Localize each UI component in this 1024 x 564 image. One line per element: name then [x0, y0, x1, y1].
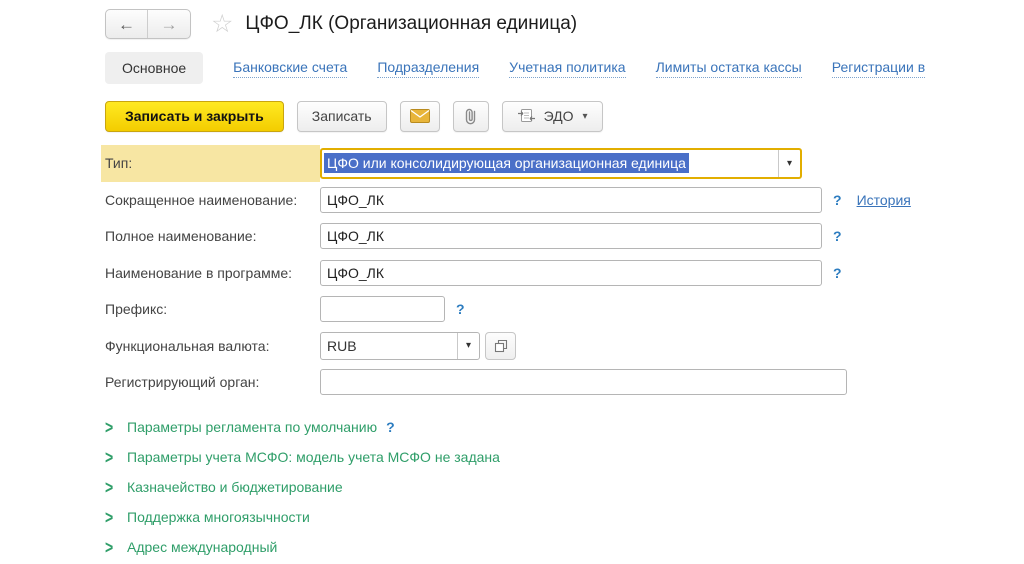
section-default-regulations[interactable]: > Параметры регламента по умолчанию ?: [105, 412, 1024, 442]
toolbar: Записать и закрыть Записать: [105, 100, 1024, 132]
history-link[interactable]: История: [857, 192, 911, 208]
type-combobox[interactable]: ЦФО или консолидирующая организационная …: [320, 148, 802, 179]
type-selected-text: ЦФО или консолидирующая организационная …: [324, 153, 689, 173]
tab-bank-accounts[interactable]: Банковские счета: [233, 58, 347, 78]
full-name-label: Полное наименование:: [105, 218, 320, 255]
nav-history-group: ← →: [105, 9, 191, 39]
type-row: Тип: ЦФО или консолидирующая организацио…: [105, 145, 1024, 182]
main-form: Тип: ЦФО или консолидирующая организацио…: [105, 145, 1024, 401]
edo-menu-button[interactable]: ЭДО ▾: [502, 101, 603, 132]
paperclip-icon: [463, 107, 479, 125]
program-name-row: Наименование в программе: ?: [105, 255, 1024, 292]
section-international-address[interactable]: > Адрес международный: [105, 532, 1024, 562]
short-name-row: Сокращенное наименование: ? История: [105, 182, 1024, 219]
currency-row: Функциональная валюта: RUB ▾: [105, 328, 1024, 365]
prefix-input[interactable]: [320, 296, 445, 322]
prefix-row: Префикс: ?: [105, 291, 1024, 328]
section-label: Поддержка многоязычности: [127, 509, 310, 525]
section-multilanguage-support[interactable]: > Поддержка многоязычности: [105, 502, 1024, 532]
currency-label: Функциональная валюта:: [105, 328, 320, 365]
prefix-label: Префикс:: [105, 291, 320, 328]
chevron-right-icon: >: [105, 476, 127, 497]
mail-button[interactable]: [400, 101, 440, 132]
section-label: Параметры учета МСФО: модель учета МСФО …: [127, 449, 500, 465]
chevron-right-icon: >: [105, 506, 127, 527]
edo-exchange-icon: [517, 108, 536, 124]
forward-button[interactable]: →: [148, 10, 190, 38]
collapsible-sections: > Параметры регламента по умолчанию ? > …: [105, 412, 1024, 562]
edo-dropdown-icon: ▾: [583, 111, 588, 122]
type-label: Тип:: [101, 145, 320, 182]
program-name-input[interactable]: [320, 260, 822, 286]
short-name-help-icon[interactable]: ?: [833, 192, 842, 208]
chevron-right-icon: >: [105, 446, 127, 467]
prefix-help-icon[interactable]: ?: [456, 301, 465, 317]
tab-cash-limits[interactable]: Лимиты остатка кассы: [656, 58, 802, 78]
open-in-list-icon: [494, 339, 508, 353]
full-name-help-icon[interactable]: ?: [833, 228, 842, 244]
attachments-button[interactable]: [453, 101, 489, 132]
tab-registrations[interactable]: Регистрации в: [832, 58, 925, 78]
favorite-star-icon[interactable]: ☆: [211, 12, 233, 37]
tab-departments[interactable]: Подразделения: [377, 58, 479, 78]
short-name-label: Сокращенное наименование:: [105, 182, 320, 219]
currency-combobox[interactable]: RUB ▾: [320, 332, 480, 360]
chevron-down-icon: ▾: [466, 340, 471, 351]
program-name-help-icon[interactable]: ?: [833, 265, 842, 281]
section-label: Параметры регламента по умолчанию: [127, 419, 377, 435]
save-button[interactable]: Записать: [297, 101, 387, 132]
short-name-input[interactable]: [320, 187, 822, 213]
tab-accounting-policy[interactable]: Учетная политика: [509, 58, 625, 78]
section-label: Казначейство и бюджетирование: [127, 479, 343, 495]
currency-open-button[interactable]: [485, 332, 516, 360]
program-name-label: Наименование в программе:: [105, 255, 320, 292]
edo-label: ЭДО: [544, 108, 574, 124]
tab-main[interactable]: Основное: [105, 52, 203, 84]
organizational-unit-form: ← → ☆ ЦФО_ЛК (Организационная единица) О…: [0, 0, 1024, 564]
currency-value: RUB: [321, 333, 457, 359]
type-dropdown-button[interactable]: ▾: [778, 150, 800, 177]
registrar-row: Регистрирующий орган:: [105, 364, 1024, 401]
chevron-right-icon: >: [105, 416, 127, 437]
section-treasury-budgeting[interactable]: > Казначейство и бюджетирование: [105, 472, 1024, 502]
registrar-input[interactable]: [320, 369, 847, 395]
chevron-down-icon: ▾: [787, 158, 792, 169]
registrar-label: Регистрирующий орган:: [105, 364, 320, 401]
save-and-close-button[interactable]: Записать и закрыть: [105, 101, 284, 132]
back-arrow-icon: ←: [118, 16, 135, 33]
envelope-icon: [410, 109, 430, 123]
page-title: ЦФО_ЛК (Организационная единица): [245, 13, 577, 35]
forward-arrow-icon: →: [161, 16, 178, 33]
tab-bar: Основное Банковские счета Подразделения …: [105, 52, 1024, 84]
section-msfo-accounting[interactable]: > Параметры учета МСФО: модель учета МСФ…: [105, 442, 1024, 472]
full-name-row: Полное наименование: ?: [105, 218, 1024, 255]
type-value: ЦФО или консолидирующая организационная …: [322, 150, 778, 177]
form-header: ← → ☆ ЦФО_ЛК (Организационная единица): [105, 8, 1024, 40]
chevron-right-icon: >: [105, 536, 127, 557]
section-label: Адрес международный: [127, 539, 277, 555]
currency-dropdown-button[interactable]: ▾: [457, 333, 479, 359]
back-button[interactable]: ←: [106, 10, 148, 38]
section-help-icon[interactable]: ?: [386, 419, 395, 435]
full-name-input[interactable]: [320, 223, 822, 249]
